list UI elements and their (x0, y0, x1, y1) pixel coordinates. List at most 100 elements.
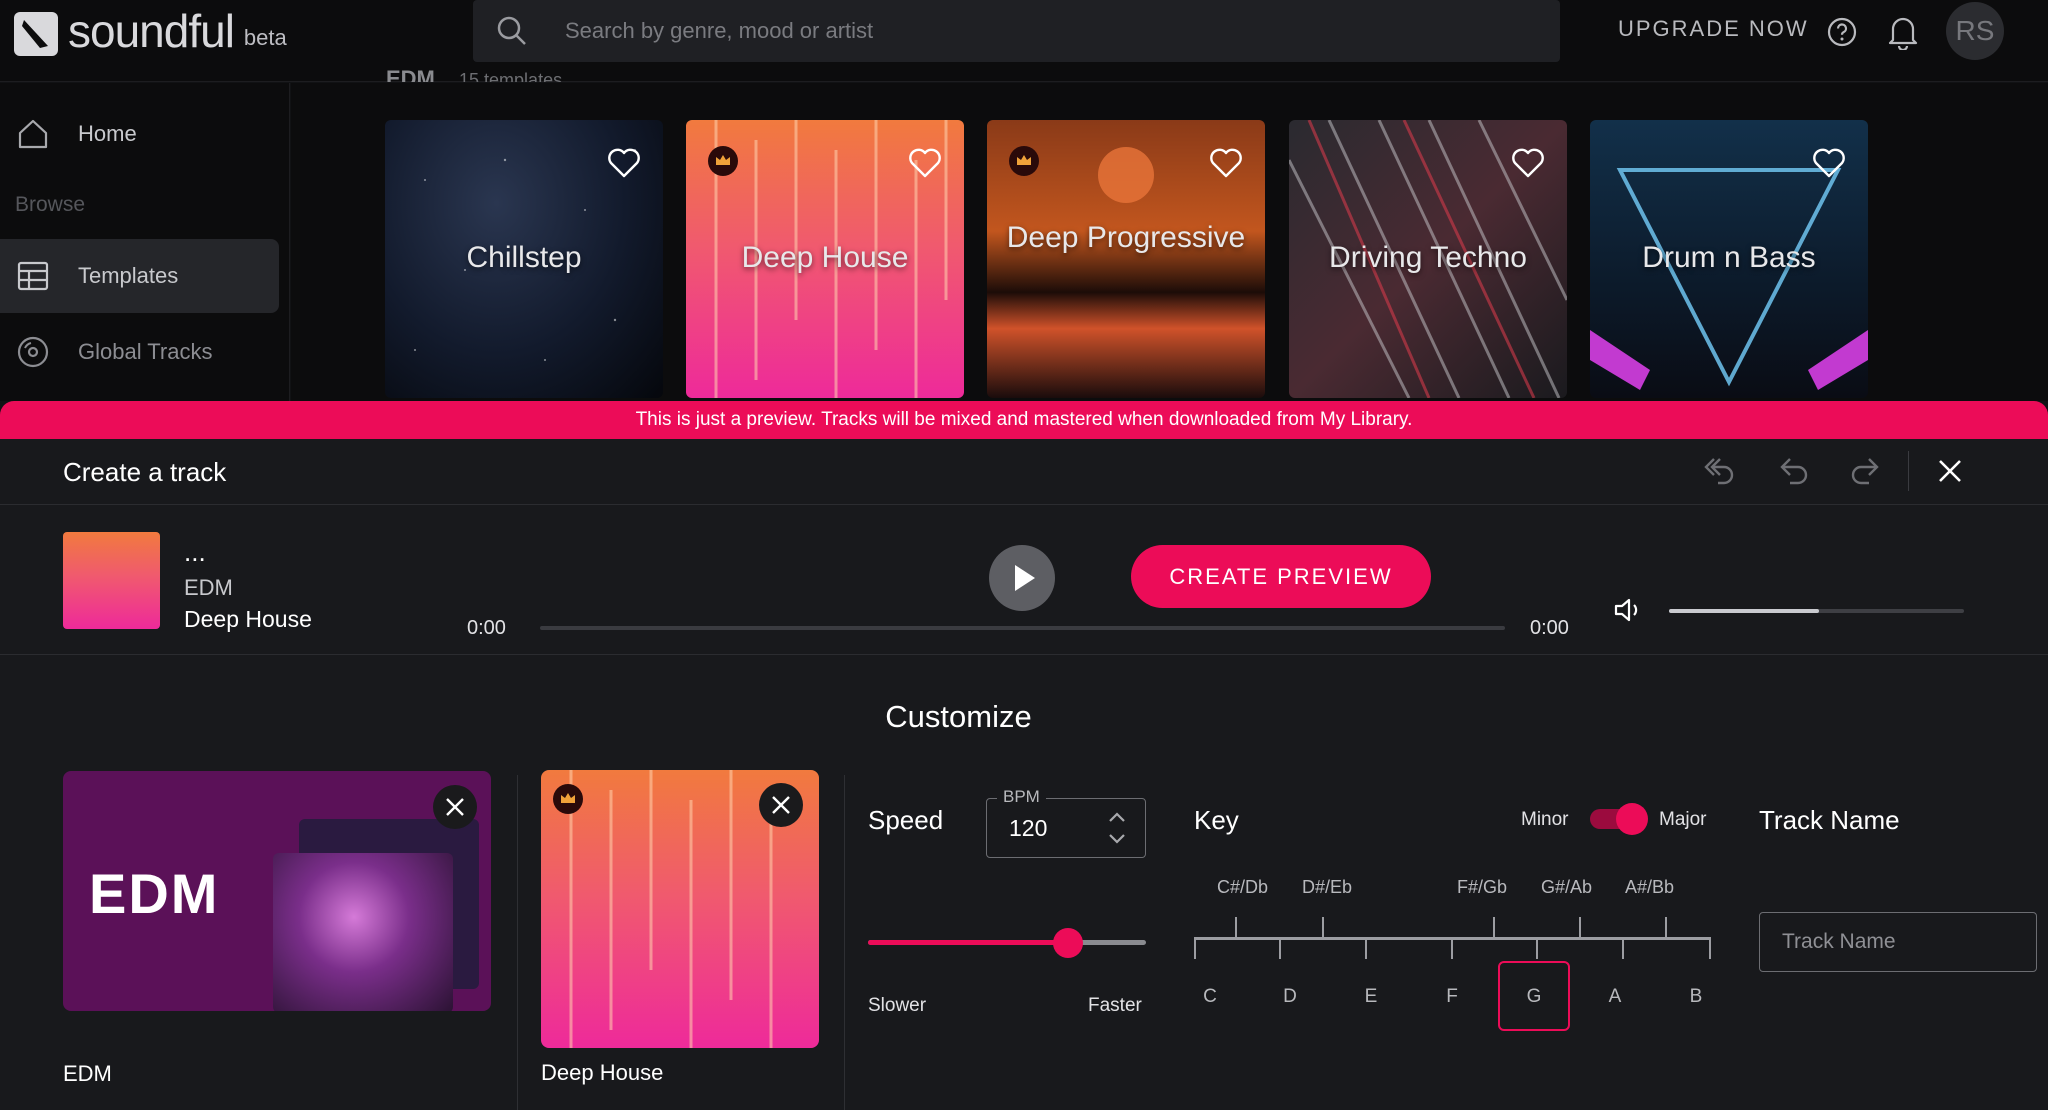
template-card-deep-house[interactable]: Deep House (686, 120, 964, 398)
close-icon[interactable] (1934, 455, 1966, 492)
dancer-artwork (273, 853, 453, 1011)
key-option-sharp[interactable]: D#/Eb (1302, 877, 1352, 898)
key-option-natural[interactable]: C (1190, 986, 1230, 1008)
genre-count: 15 templates (459, 70, 563, 82)
sidebar-item-global-tracks[interactable]: Global Tracks (0, 315, 279, 389)
key-option-natural[interactable]: F (1432, 986, 1472, 1008)
templates-icon (16, 259, 50, 298)
genre-label: EDM (63, 1061, 112, 1086)
favorite-heart-icon[interactable] (607, 148, 641, 183)
template-card-title: Deep Progressive (1006, 221, 1246, 254)
key-tick (1709, 937, 1711, 959)
favorite-heart-icon[interactable] (1209, 148, 1243, 183)
close-icon (772, 796, 790, 814)
template-card-chillstep[interactable]: Chillstep (385, 120, 663, 398)
genre-title: EDM (386, 66, 435, 82)
search-input[interactable] (565, 0, 1525, 62)
play-icon (1015, 565, 1035, 591)
key-tick (1536, 937, 1538, 959)
mode-toggle[interactable] (1590, 803, 1648, 835)
remove-template-button[interactable] (759, 783, 803, 827)
key-option-sharp[interactable]: C#/Db (1217, 877, 1268, 898)
template-card-selected[interactable] (541, 770, 819, 1048)
key-tick (1194, 937, 1196, 959)
template-card-title: Driving Techno (1329, 241, 1527, 274)
template-card-deep-progressive[interactable]: Deep Progressive (987, 120, 1265, 398)
search-bar (473, 0, 1560, 62)
upgrade-now-link[interactable]: UPGRADE NOW (1618, 16, 1809, 42)
sidebar: Home Browse Templates Global Tracks (0, 83, 290, 401)
favorite-heart-icon[interactable] (1511, 148, 1545, 183)
template-card-title: Drum n Bass (1642, 241, 1816, 274)
volume-level (1669, 609, 1820, 613)
key-tick (1322, 917, 1324, 939)
browse-section-label: Browse (15, 193, 86, 216)
user-avatar[interactable]: RS (1946, 2, 2004, 60)
logo-wordmark: soundful (68, 5, 235, 57)
divider (844, 775, 845, 1110)
key-tick (1665, 917, 1667, 939)
key-option-natural[interactable]: B (1676, 986, 1716, 1008)
key-option-sharp[interactable]: G#/Ab (1541, 877, 1592, 898)
speed-slider[interactable] (868, 928, 1146, 958)
undo-all-icon[interactable] (1700, 453, 1736, 492)
create-preview-button[interactable]: CREATE PREVIEW (1131, 545, 1431, 608)
help-icon[interactable] (1826, 16, 1858, 53)
volume-slider[interactable] (1669, 609, 1964, 613)
logo[interactable]: soundful beta (14, 6, 287, 56)
sidebar-item-templates[interactable]: Templates (0, 239, 279, 313)
template-card-driving-techno[interactable]: Driving Techno (1289, 120, 1567, 398)
redo-icon[interactable] (1847, 453, 1883, 492)
bpm-stepper-icon[interactable] (1105, 803, 1129, 858)
key-tick (1365, 937, 1367, 959)
track-template: Deep House (184, 606, 312, 632)
key-tick (1622, 937, 1624, 959)
header-divider (1908, 451, 1909, 491)
panel-title: Create a track (63, 457, 227, 487)
key-tick (1279, 937, 1281, 959)
premium-crown-icon (1009, 146, 1039, 176)
play-button[interactable] (989, 545, 1055, 611)
sidebar-item-home[interactable]: Home (0, 97, 279, 171)
template-label: Deep House (541, 1060, 664, 1085)
key-option-sharp[interactable]: F#/Gb (1457, 877, 1507, 898)
slower-label: Slower (868, 995, 927, 1016)
top-bar: soundful beta UPGRADE NOW RS (0, 0, 2048, 82)
track-name-input[interactable] (1759, 912, 2037, 972)
faster-label: Faster (1088, 995, 1142, 1016)
genre-header: EDM 15 templates (386, 66, 562, 82)
key-option-sharp[interactable]: A#/Bb (1625, 877, 1674, 898)
genre-card-edm[interactable]: EDM (63, 771, 491, 1011)
key-label: Key (1194, 805, 1239, 835)
volume-icon[interactable] (1612, 595, 1646, 630)
key-option-natural-selected[interactable]: G (1514, 986, 1554, 1008)
sidebar-item-label: Global Tracks (78, 339, 213, 364)
template-card-title: Chillstep (466, 241, 582, 274)
template-card-drum-n-bass[interactable]: Drum n Bass (1590, 120, 1868, 398)
edm-logo-text: EDM (89, 862, 220, 925)
notifications-bell-icon[interactable] (1887, 14, 1919, 55)
key-option-natural[interactable]: D (1270, 986, 1310, 1008)
create-track-panel: Create a track ... EDM Deep House CREATE… (0, 439, 2048, 1110)
mode-toggle-knob (1616, 803, 1648, 835)
speed-slider-handle[interactable] (1053, 928, 1084, 958)
favorite-heart-icon[interactable] (908, 148, 942, 183)
minor-label: Minor (1521, 809, 1569, 830)
key-option-natural[interactable]: A (1595, 986, 1635, 1008)
panel-header: Create a track (0, 439, 2048, 505)
progress-bar[interactable] (540, 626, 1505, 630)
remove-genre-button[interactable] (433, 785, 477, 829)
customize-heading: Customize (885, 699, 1032, 734)
key-tick (1451, 937, 1453, 959)
bpm-input[interactable]: BPM 120 (986, 787, 1146, 858)
speed-label: Speed (868, 805, 944, 835)
favorite-heart-icon[interactable] (1812, 148, 1846, 183)
key-tick (1493, 917, 1495, 939)
key-option-natural[interactable]: E (1351, 986, 1391, 1008)
bpm-value: 120 (1009, 815, 1048, 841)
speed-slider-fill (868, 940, 1069, 945)
track-thumbnail (63, 532, 160, 629)
major-label: Major (1659, 809, 1707, 830)
app-root: soundful beta UPGRADE NOW RS Home Browse (0, 0, 2048, 1110)
undo-icon[interactable] (1776, 453, 1812, 492)
